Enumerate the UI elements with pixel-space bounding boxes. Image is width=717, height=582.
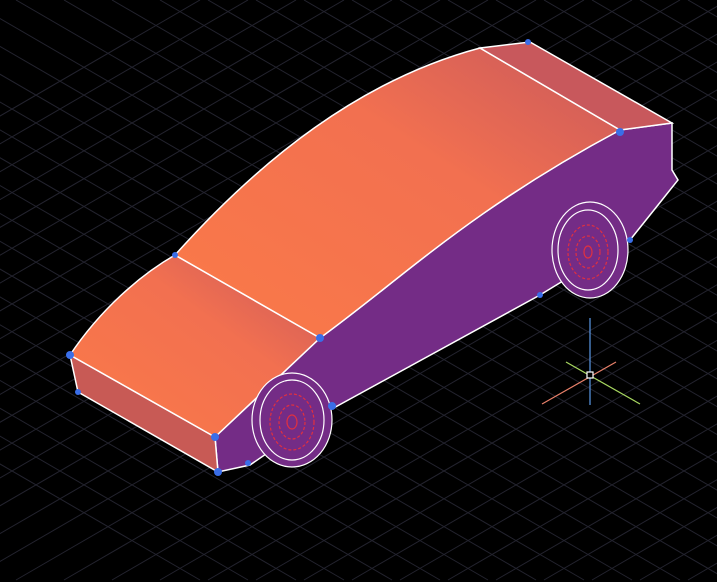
car-model[interactable] (66, 39, 679, 476)
grid-line (687, 562, 717, 581)
front-wheel (251, 372, 333, 468)
grid-line (639, 534, 717, 581)
rear-wheel (551, 201, 629, 299)
cad-viewport[interactable] (0, 0, 717, 582)
grid-line (639, 0, 717, 46)
grid-line (687, 0, 717, 18)
model-canvas[interactable] (0, 0, 717, 582)
